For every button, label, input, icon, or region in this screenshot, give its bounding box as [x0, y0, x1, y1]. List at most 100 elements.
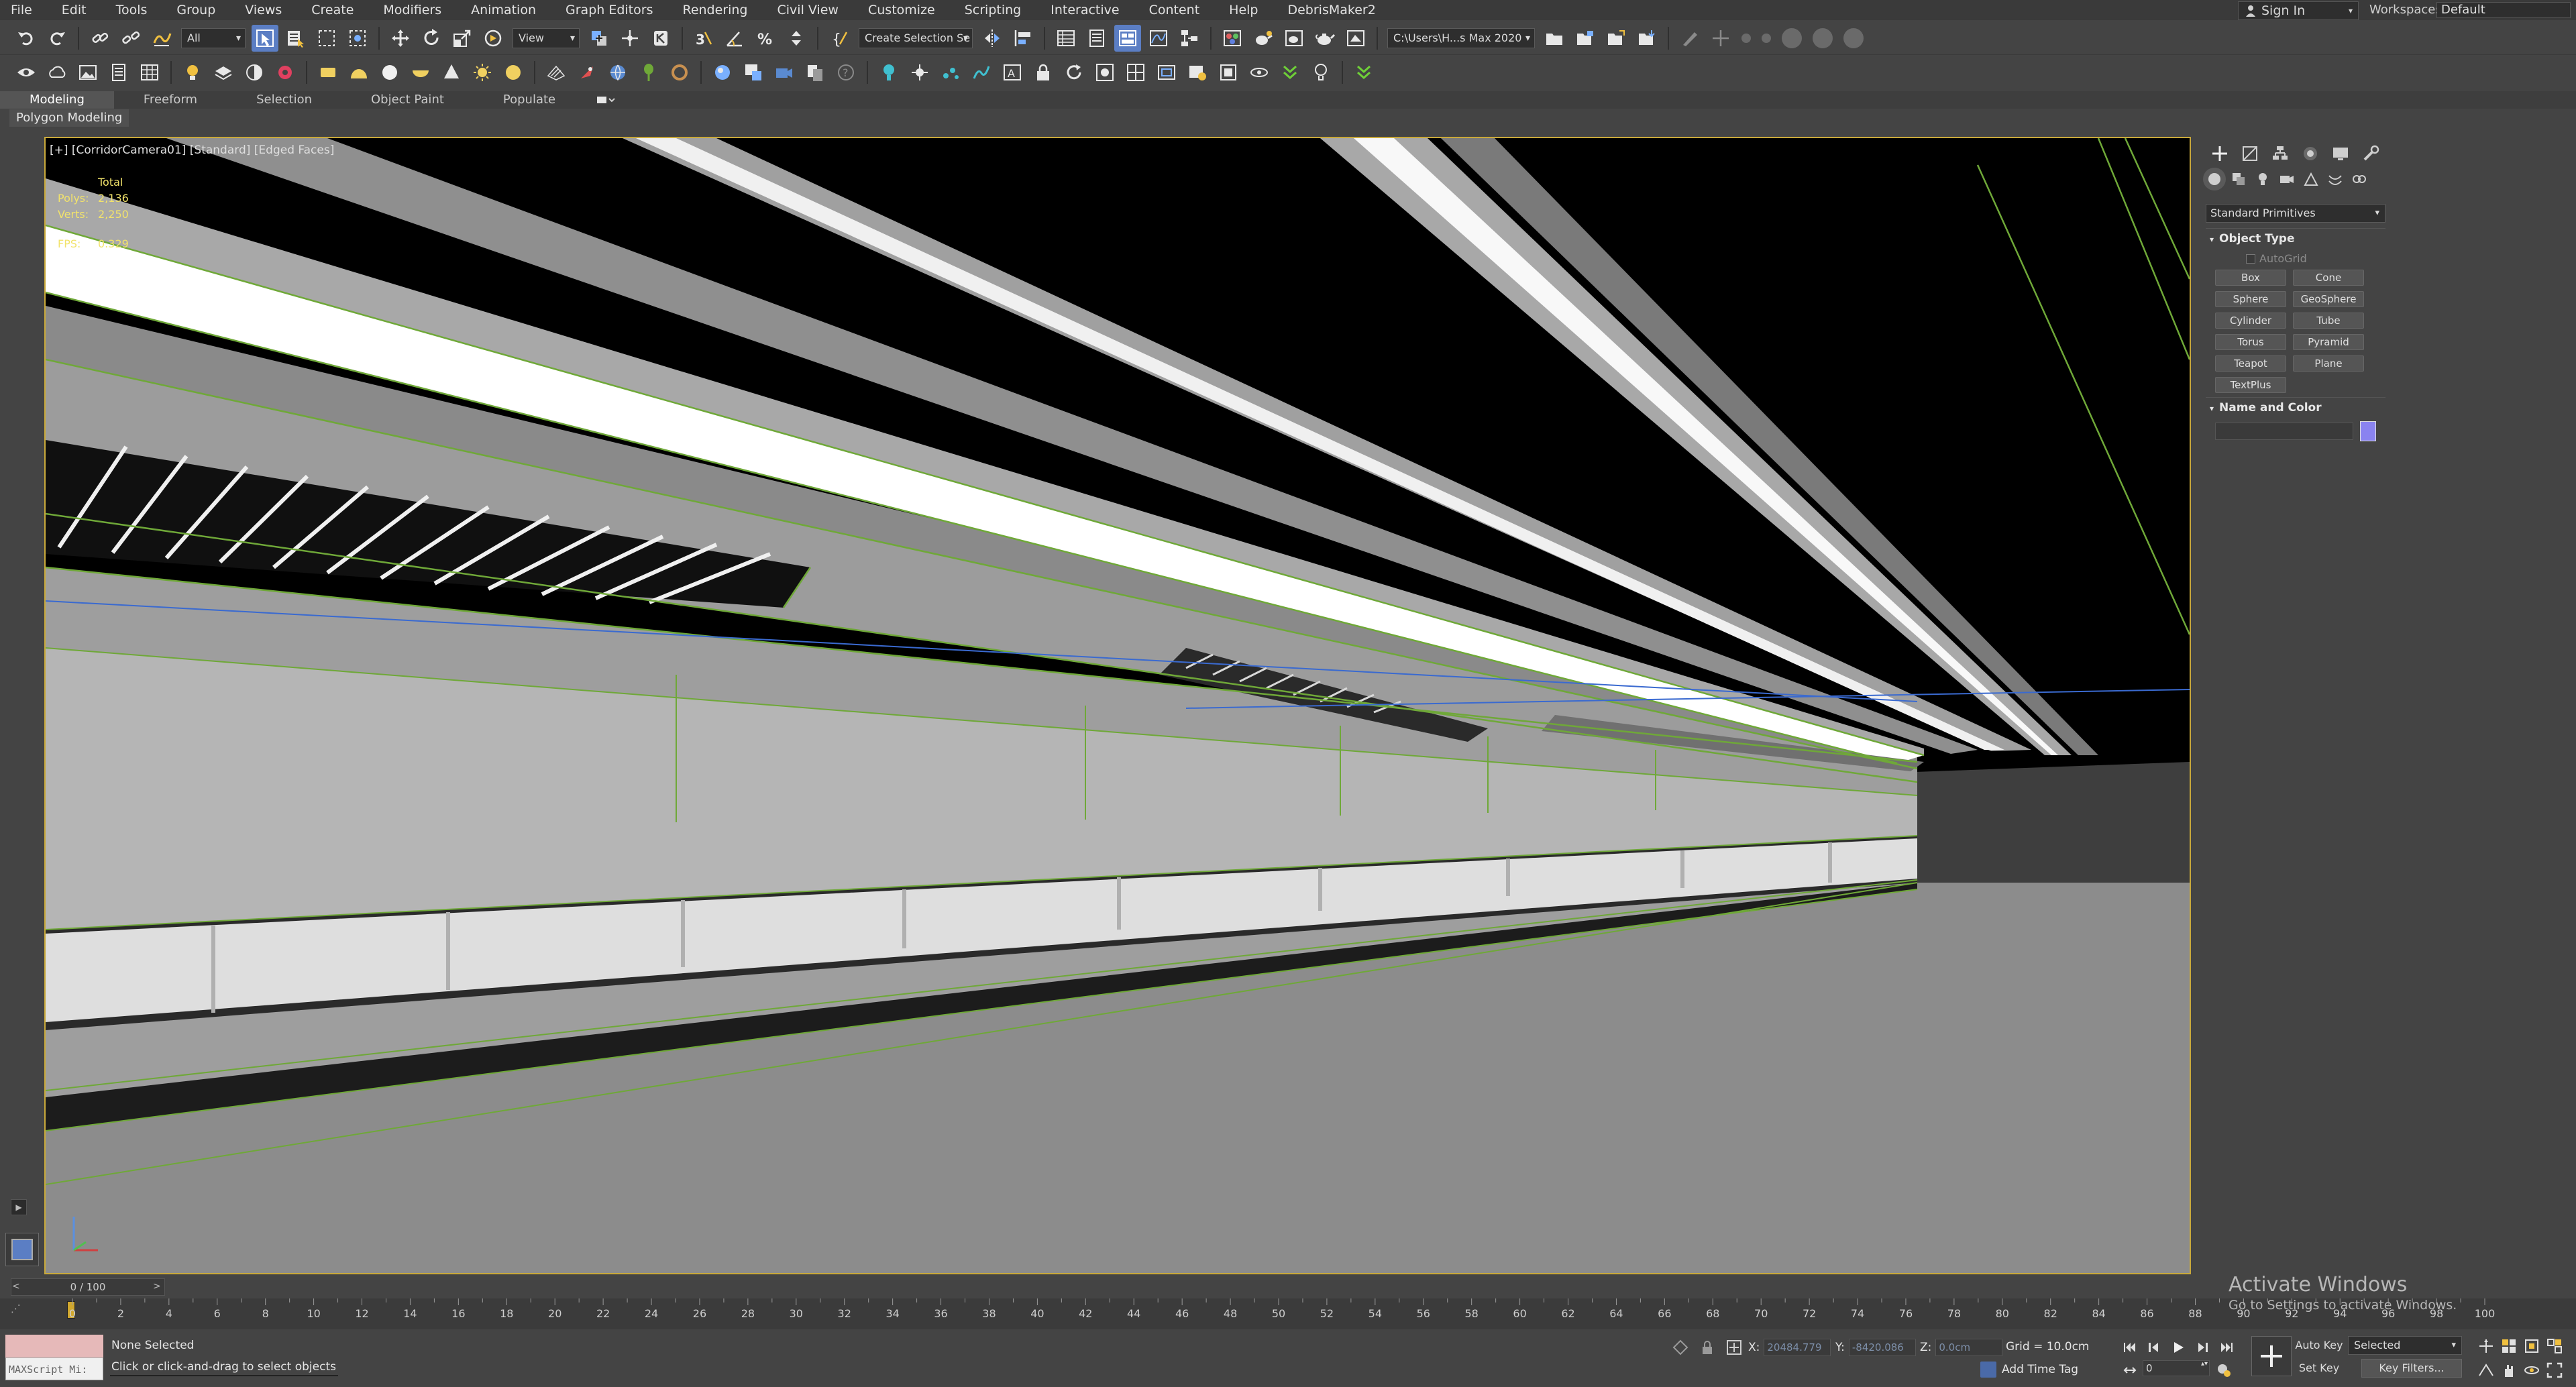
plant-button[interactable] [635, 59, 662, 86]
maximize-viewport-button[interactable] [2544, 1359, 2565, 1382]
lock-button[interactable] [1030, 59, 1057, 86]
zoom-all-button[interactable] [2498, 1335, 2520, 1357]
menu-edit[interactable]: Edit [47, 0, 101, 20]
set-keys-button[interactable] [2251, 1336, 2292, 1376]
time-slider[interactable]: 0 / 100 [11, 1278, 165, 1296]
sphere-button[interactable]: Sphere [2215, 291, 2286, 307]
tab-motion[interactable] [2295, 142, 2325, 165]
refresh-button[interactable] [1061, 59, 1087, 86]
hatch-pattern-button[interactable] [543, 59, 570, 86]
menu-file[interactable]: File [0, 0, 47, 20]
menu-help[interactable]: Help [1214, 0, 1273, 20]
menu-debrismaker[interactable]: DebrisMaker2 [1273, 0, 1390, 20]
menu-tools[interactable]: Tools [101, 0, 162, 20]
circle-button[interactable] [1813, 27, 1833, 48]
undo-button[interactable] [13, 25, 40, 52]
curve-editor-button[interactable] [1145, 25, 1172, 52]
category-systems[interactable] [2348, 168, 2371, 190]
save-scene-button[interactable] [1603, 25, 1629, 52]
pen-tool-button[interactable] [1676, 25, 1703, 52]
percent-snap-button[interactable]: % [752, 25, 779, 52]
redo-button[interactable] [44, 25, 70, 52]
bowl-primitive-button[interactable] [407, 59, 434, 86]
key-mode-select[interactable]: Selected [2348, 1336, 2462, 1355]
category-spacewarps[interactable] [2324, 168, 2347, 190]
half-circle-button[interactable] [241, 59, 268, 86]
gear-button[interactable] [272, 59, 299, 86]
tab-hierarchy[interactable] [2265, 142, 2295, 165]
omni-light-button[interactable] [875, 59, 902, 86]
sign-in-button[interactable]: Sign In ▾ [2238, 1, 2359, 20]
sky-sphere-button[interactable] [500, 59, 527, 86]
unlink-button[interactable] [117, 25, 144, 52]
reference-coordinate-select[interactable]: View [513, 27, 580, 48]
tab-display[interactable] [2325, 142, 2355, 165]
mini-curve-editor-icon[interactable]: ⋰ [11, 1302, 44, 1321]
orbit-button[interactable] [1246, 59, 1273, 86]
viewport-label[interactable]: [+] [CorridorCamera01] [Standard] [Edged… [50, 144, 334, 157]
menu-animation[interactable]: Animation [456, 0, 551, 20]
ribbon-options-button[interactable] [596, 94, 616, 106]
circle-button[interactable] [1843, 27, 1864, 48]
align-button[interactable] [1010, 25, 1036, 52]
time-slider-next-icon[interactable]: > [153, 1281, 161, 1292]
key-filters-button[interactable]: Key Filters... [2361, 1359, 2462, 1378]
select-by-name-button[interactable] [282, 25, 309, 52]
edit-named-selection-button[interactable]: { [826, 25, 853, 52]
help-button[interactable]: ? [833, 59, 859, 86]
select-and-scale-button[interactable] [449, 25, 476, 52]
tab-utilities[interactable] [2355, 142, 2385, 165]
current-frame-field[interactable]: 0 [2143, 1360, 2210, 1376]
asset-tracking-button[interactable] [1633, 25, 1660, 52]
render-frame-button[interactable] [1091, 59, 1118, 86]
tube-button[interactable]: Tube [2293, 313, 2364, 329]
cone-primitive-button[interactable] [438, 59, 465, 86]
torus-button[interactable]: Torus [2215, 334, 2286, 350]
time-configuration-button[interactable] [2214, 1360, 2234, 1380]
plane-button[interactable]: Plane [2293, 355, 2364, 372]
cylinder-button[interactable]: Cylinder [2215, 313, 2286, 329]
material-editor-button[interactable] [1219, 25, 1246, 52]
menu-civil-view[interactable]: Civil View [763, 0, 853, 20]
document-button[interactable] [105, 59, 132, 86]
orbit-button[interactable] [2521, 1359, 2542, 1382]
angle-snap-button[interactable] [721, 25, 748, 52]
x-field[interactable]: 20484.779 [1764, 1339, 1831, 1356]
camera-button[interactable] [771, 59, 798, 86]
track-bar[interactable]: ⋰ 0 2 4 6 8 10 12 14 16 18 20 22 24 26 28 30 32 34 36 38 40 4… [0, 1298, 2576, 1329]
tab-freeform[interactable]: Freeform [114, 91, 227, 109]
bind-space-warp-button[interactable] [148, 25, 175, 52]
object-category-select[interactable]: Standard Primitives [2206, 204, 2385, 223]
menu-interactive[interactable]: Interactive [1036, 0, 1134, 20]
y-field[interactable]: -8420.086 [1848, 1339, 1916, 1356]
clone-button[interactable] [802, 59, 828, 86]
selection-lock-button[interactable] [1697, 1337, 1717, 1357]
z-field[interactable]: 0.0cm [1935, 1339, 2003, 1356]
spinner-snap-button[interactable] [783, 25, 810, 52]
name-and-color-header[interactable]: ▾ Name and Color [2206, 397, 2385, 417]
maxscript-output[interactable] [5, 1335, 103, 1357]
add-time-tag-button[interactable]: Add Time Tag [1980, 1362, 2078, 1378]
environment-button[interactable] [709, 59, 736, 86]
key-mode-toggle[interactable] [2120, 1360, 2140, 1380]
spotlight-button[interactable] [1307, 59, 1334, 86]
workspace-select[interactable]: Default [2436, 2, 2571, 18]
go-to-end-button[interactable] [2216, 1337, 2237, 1357]
render-setup-button[interactable] [1250, 25, 1277, 52]
pyramid-button[interactable]: Pyramid [2293, 334, 2364, 350]
object-color-swatch[interactable] [2360, 421, 2376, 441]
fluid-button[interactable] [968, 59, 995, 86]
maxscript-listener[interactable]: MAXScript Mi: [5, 1335, 103, 1382]
toggle-ribbon-button[interactable] [1114, 24, 1141, 52]
window-crossing-button[interactable] [344, 25, 371, 52]
layers-button[interactable] [210, 59, 237, 86]
absolute-transform-button[interactable] [1724, 1337, 1744, 1357]
selection-filter-select[interactable]: All [181, 27, 246, 48]
object-type-header[interactable]: ▾ Object Type [2206, 228, 2385, 248]
snaps-toggle-button[interactable]: 3 [690, 25, 717, 52]
maxscript-input[interactable]: MAXScript Mi: [5, 1357, 103, 1380]
category-cameras[interactable] [2275, 168, 2298, 190]
polygon-modeling-panel[interactable]: Polygon Modeling [9, 109, 129, 127]
render-region-button[interactable] [740, 59, 767, 86]
flare-button[interactable] [906, 59, 933, 86]
